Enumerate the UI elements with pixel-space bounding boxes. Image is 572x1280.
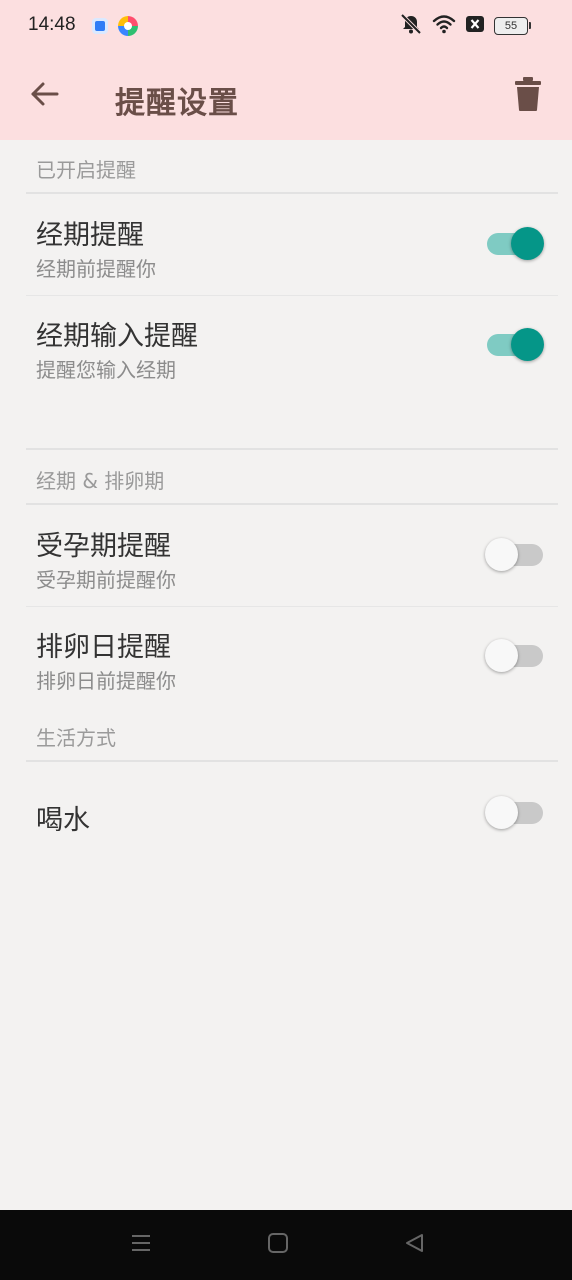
page-title: 提醒设置 xyxy=(115,86,239,121)
period-input-reminder-toggle[interactable] xyxy=(485,328,545,362)
section-header-enabled: 已开启提醒 xyxy=(36,158,136,182)
wifi-icon xyxy=(432,14,456,38)
app-bar: 提醒设置 xyxy=(0,52,572,140)
row-title: 排卵日提醒 xyxy=(36,632,171,663)
switch-thumb xyxy=(485,639,518,672)
row-title: 喝水 xyxy=(36,805,90,836)
status-bar: 14:48 55 xyxy=(0,0,572,52)
row-subtitle: 受孕期前提醒你 xyxy=(36,568,176,592)
row-title: 经期提醒 xyxy=(36,220,144,251)
row-subtitle: 经期前提醒你 xyxy=(36,257,156,281)
switch-thumb xyxy=(511,227,544,260)
menu-icon xyxy=(130,1233,152,1257)
trash-icon xyxy=(514,76,542,116)
switch-thumb xyxy=(485,538,518,571)
battery-icon: 55 xyxy=(494,17,531,35)
nav-home-button[interactable] xyxy=(263,1230,293,1260)
home-square-icon xyxy=(267,1232,289,1258)
back-triangle-icon xyxy=(403,1232,425,1258)
fertile-reminder-toggle[interactable] xyxy=(485,538,545,572)
section-header-period-ovulation: 经期 & 排卵期 xyxy=(36,469,165,493)
close-box-icon xyxy=(465,15,485,37)
section-header-lifestyle: 生活方式 xyxy=(36,726,116,750)
app-icon-blue xyxy=(90,16,110,36)
nav-back-button[interactable] xyxy=(399,1230,429,1260)
divider xyxy=(26,503,558,505)
system-nav-bar xyxy=(0,1210,572,1280)
row-subtitle: 提醒您输入经期 xyxy=(36,358,176,382)
delete-button[interactable] xyxy=(510,74,546,118)
status-icons: 55 xyxy=(399,13,531,39)
switch-thumb xyxy=(511,328,544,361)
reminder-row-period-input[interactable]: 经期输入提醒 提醒您输入经期 xyxy=(0,296,572,396)
mute-bell-icon xyxy=(399,13,423,39)
divider xyxy=(26,448,558,450)
row-title: 经期输入提醒 xyxy=(36,321,198,352)
divider xyxy=(26,192,558,194)
reminder-row-fertile[interactable]: 受孕期提醒 受孕期前提醒你 xyxy=(0,506,572,606)
ovulation-reminder-toggle[interactable] xyxy=(485,639,545,673)
status-time: 14:48 xyxy=(28,14,76,35)
water-reminder-toggle[interactable] xyxy=(485,796,545,830)
row-subtitle: 排卵日前提醒你 xyxy=(36,669,176,693)
period-reminder-toggle[interactable] xyxy=(485,227,545,261)
reminder-row-ovulation[interactable]: 排卵日提醒 排卵日前提醒你 xyxy=(0,607,572,707)
divider xyxy=(26,760,558,762)
reminder-row-period[interactable]: 经期提醒 经期前提醒你 xyxy=(0,195,572,295)
app-icon-colorful xyxy=(117,15,139,37)
nav-menu-button[interactable] xyxy=(126,1230,156,1260)
back-button[interactable] xyxy=(22,76,66,116)
switch-thumb xyxy=(485,796,518,829)
reminder-row-water[interactable]: 喝水 xyxy=(0,764,572,864)
row-title: 受孕期提醒 xyxy=(36,531,171,562)
back-arrow-icon xyxy=(29,81,59,111)
